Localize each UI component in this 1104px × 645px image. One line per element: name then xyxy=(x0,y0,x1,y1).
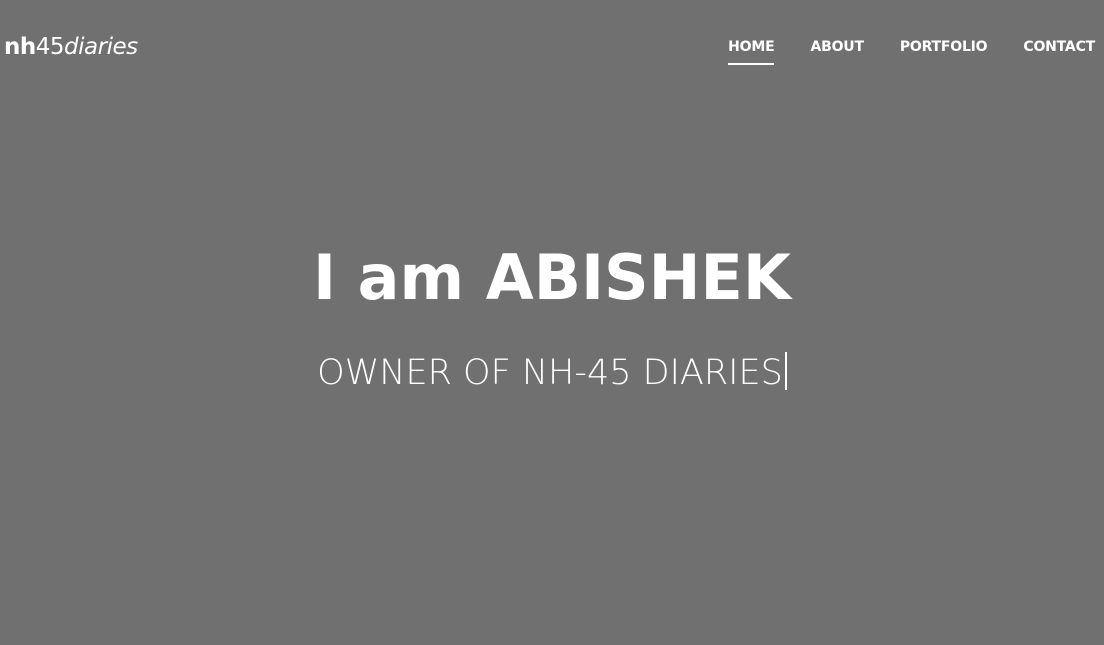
hero-title: I am ABISHEK xyxy=(313,241,791,314)
hero-section: I am ABISHEK OWNER OF NH-45 DIARIES xyxy=(0,0,1104,645)
hero-subtitle: OWNER OF NH-45 DIARIES xyxy=(317,353,783,393)
typing-cursor xyxy=(784,352,787,390)
hero-subtitle-line: OWNER OF NH-45 DIARIES xyxy=(0,350,1104,396)
